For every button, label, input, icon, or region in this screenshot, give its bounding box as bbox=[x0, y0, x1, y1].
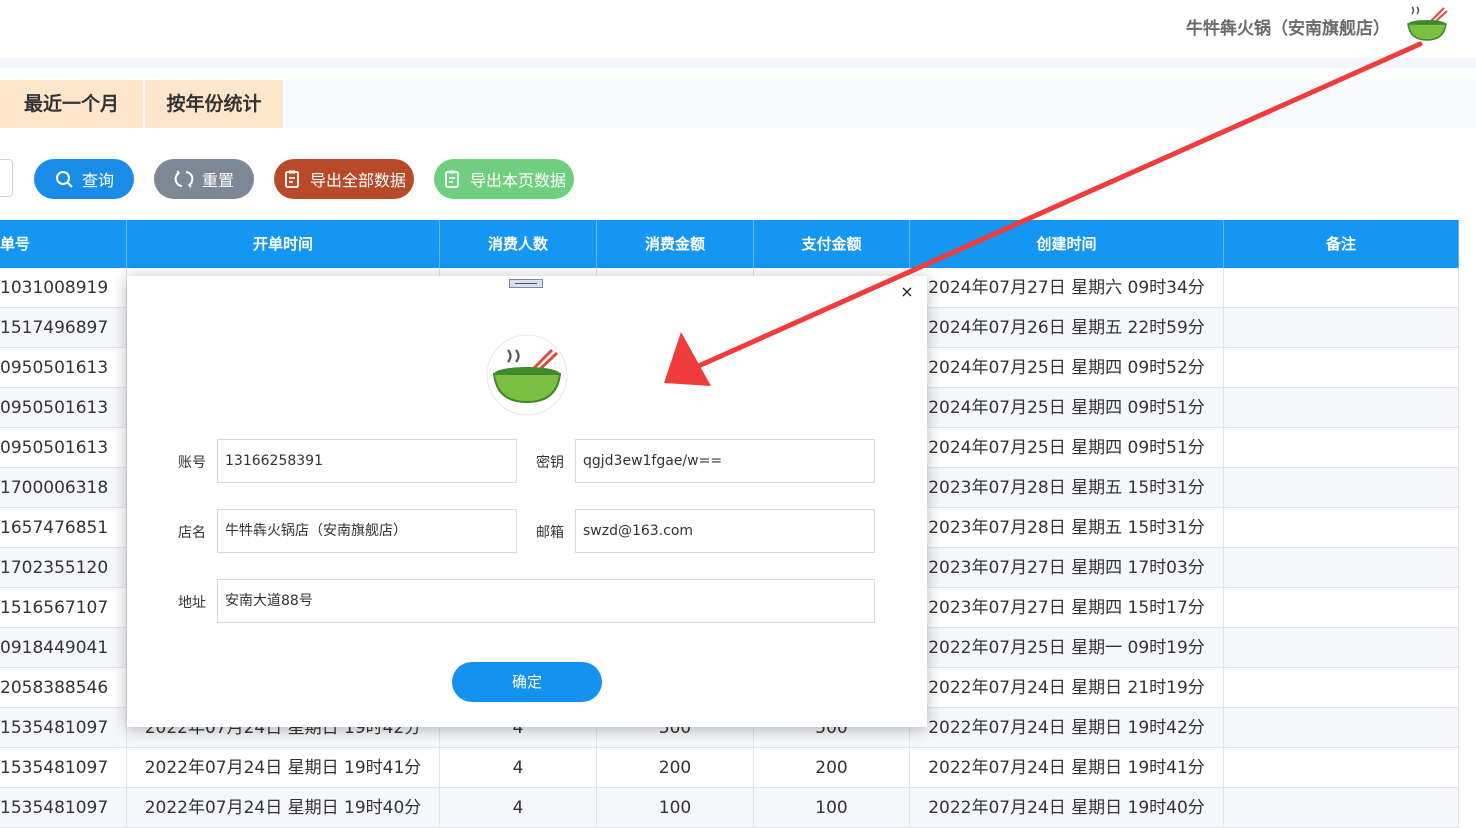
search-button-label: 查询 bbox=[81, 171, 114, 190]
clipboard-export-icon bbox=[445, 170, 459, 188]
cell-created: 2023年07月27日 星期四 17时03分 bbox=[910, 548, 1224, 588]
cell-remark bbox=[1224, 588, 1459, 628]
cell-order-no: 1031008919 bbox=[0, 268, 127, 308]
cell-amount: 200 bbox=[597, 748, 754, 788]
cell-order-no: 1702355120 bbox=[0, 548, 127, 588]
header-people[interactable]: 消费人数 bbox=[440, 220, 597, 268]
cell-created: 2022年07月24日 星期日 19时41分 bbox=[910, 748, 1224, 788]
cell-created: 2024年07月25日 星期四 09时52分 bbox=[910, 348, 1224, 388]
cell-remark bbox=[1224, 708, 1459, 748]
refresh-icon bbox=[174, 170, 194, 188]
cell-remark bbox=[1224, 308, 1459, 348]
cell-created: 2023年07月27日 星期四 15时17分 bbox=[910, 588, 1224, 628]
cell-open-time: 2022年07月24日 星期日 19时41分 bbox=[127, 748, 440, 788]
cell-remark bbox=[1224, 668, 1459, 708]
cell-order-no: 1517496897 bbox=[0, 308, 127, 348]
tab-by-year[interactable]: 按年份统计 bbox=[145, 80, 283, 128]
search-button[interactable]: 查询 bbox=[34, 159, 134, 199]
secret-label: 密钥 bbox=[536, 455, 564, 471]
export-page-button[interactable]: 导出本页数据 bbox=[434, 159, 574, 199]
cell-order-no: 1535481097 bbox=[0, 788, 127, 828]
cell-remark bbox=[1224, 388, 1459, 428]
cell-order-no: 0918449041 bbox=[0, 628, 127, 668]
store-info-dialog: × 账号 13166258391 密钥 qgjd3ew1fgae/w== 店名 … bbox=[127, 276, 927, 727]
cell-remark bbox=[1224, 788, 1459, 828]
cell-remark bbox=[1224, 628, 1459, 668]
cell-order-no: 1700006318 bbox=[0, 468, 127, 508]
export-all-label: 导出全部数据 bbox=[309, 171, 406, 190]
cell-created: 2023年07月28日 星期五 15时31分 bbox=[910, 468, 1224, 508]
confirm-button[interactable]: 确定 bbox=[452, 662, 602, 702]
header-open-time[interactable]: 开单时间 bbox=[127, 220, 440, 268]
cell-remark bbox=[1224, 748, 1459, 788]
email-label: 邮箱 bbox=[536, 525, 564, 541]
cell-order-no: 0950501613 bbox=[0, 388, 127, 428]
cell-paid: 100 bbox=[754, 788, 910, 828]
cell-remark bbox=[1224, 508, 1459, 548]
cell-remark bbox=[1224, 468, 1459, 508]
table-row[interactable]: 1535481097 2022年07月24日 星期日 19时40分 4 100 100 2… bbox=[0, 788, 1459, 828]
cell-order-no: 1535481097 bbox=[0, 748, 127, 788]
cell-order-no: 0950501613 bbox=[0, 348, 127, 388]
cell-created: 2022年07月24日 星期日 19时40分 bbox=[910, 788, 1224, 828]
table-header: 单号 开单时间 消费人数 消费金额 支付金额 创建时间 备注 bbox=[0, 220, 1459, 268]
header-order-no[interactable]: 单号 bbox=[0, 220, 127, 268]
account-field[interactable]: 13166258391 bbox=[217, 439, 517, 483]
close-icon[interactable]: × bbox=[899, 284, 915, 300]
cell-order-no: 1535481097 bbox=[0, 708, 127, 748]
header-divider bbox=[0, 58, 1476, 68]
secret-field[interactable]: qgjd3ew1fgae/w== bbox=[575, 439, 875, 483]
tabs-background bbox=[283, 80, 1476, 128]
cell-people: 4 bbox=[440, 788, 597, 828]
cell-created: 2022年07月25日 星期一 09时19分 bbox=[910, 628, 1224, 668]
export-all-button[interactable]: 导出全部数据 bbox=[274, 159, 414, 199]
reset-button-label: 重置 bbox=[201, 171, 234, 190]
cell-order-no: 2058388546 bbox=[0, 668, 127, 708]
store-name: 牛牪犇火锅（安南旗舰店） bbox=[1186, 19, 1390, 39]
search-icon bbox=[55, 171, 73, 188]
cell-remark bbox=[1224, 548, 1459, 588]
cell-created: 2024年07月27日 星期六 09时34分 bbox=[910, 268, 1224, 308]
account-label: 账号 bbox=[178, 455, 206, 471]
drag-handle[interactable] bbox=[509, 279, 543, 288]
cell-order-no: 1516567107 bbox=[0, 588, 127, 628]
cell-order-no: 1657476851 bbox=[0, 508, 127, 548]
cell-order-no: 0950501613 bbox=[0, 428, 127, 468]
cell-remark bbox=[1224, 348, 1459, 388]
cell-created: 2022年07月24日 星期日 21时19分 bbox=[910, 668, 1224, 708]
header-remark[interactable]: 备注 bbox=[1224, 220, 1459, 268]
cell-open-time: 2022年07月24日 星期日 19时40分 bbox=[127, 788, 440, 828]
store-label: 店名 bbox=[178, 525, 206, 541]
header-paid[interactable]: 支付金额 bbox=[754, 220, 910, 268]
reset-button[interactable]: 重置 bbox=[154, 159, 254, 199]
email-field[interactable]: swzd@163.com bbox=[575, 509, 875, 553]
cell-people: 4 bbox=[440, 748, 597, 788]
export-page-label: 导出本页数据 bbox=[469, 171, 566, 190]
cell-created: 2024年07月25日 星期四 09时51分 bbox=[910, 388, 1224, 428]
address-field[interactable]: 安南大道88号 bbox=[217, 579, 875, 623]
header-amount[interactable]: 消费金额 bbox=[597, 220, 754, 268]
cell-remark bbox=[1224, 268, 1459, 308]
filter-input[interactable] bbox=[0, 159, 13, 197]
hotpot-bowl-icon bbox=[486, 334, 568, 416]
cell-created: 2022年07月24日 星期日 19时42分 bbox=[910, 708, 1224, 748]
address-label: 地址 bbox=[178, 595, 206, 611]
header-created[interactable]: 创建时间 bbox=[910, 220, 1224, 268]
cell-paid: 200 bbox=[754, 748, 910, 788]
cell-amount: 100 bbox=[597, 788, 754, 828]
store-field[interactable]: 牛牪犇火锅店（安南旗舰店） bbox=[217, 509, 517, 553]
clipboard-export-icon bbox=[285, 170, 299, 188]
hotpot-bowl-icon[interactable] bbox=[1404, 4, 1450, 44]
cell-created: 2023年07月28日 星期五 15时31分 bbox=[910, 508, 1224, 548]
table-row[interactable]: 1535481097 2022年07月24日 星期日 19时41分 4 200 200 2… bbox=[0, 748, 1459, 788]
top-header: 牛牪犇火锅（安南旗舰店） bbox=[0, 0, 1476, 58]
tab-last-month[interactable]: 最近一个月 bbox=[0, 80, 143, 128]
cell-created: 2024年07月25日 星期四 09时51分 bbox=[910, 428, 1224, 468]
cell-created: 2024年07月26日 星期五 22时59分 bbox=[910, 308, 1224, 348]
cell-remark bbox=[1224, 428, 1459, 468]
